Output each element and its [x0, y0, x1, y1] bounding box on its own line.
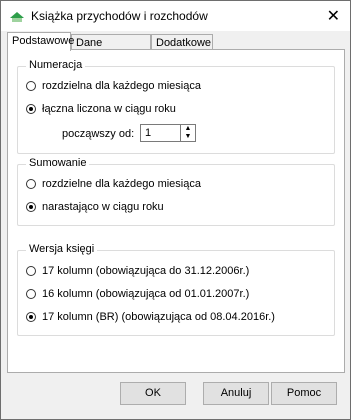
sumowanie-radio-monthly[interactable]: rozdzielne dla każdego miesiąca	[26, 178, 201, 190]
tab-dane-domyslne[interactable]: Dane domyślne	[71, 34, 151, 65]
radio-off-indicator	[26, 266, 36, 276]
sumowanie-legend: Sumowanie	[26, 157, 90, 169]
stepper-down-icon[interactable]: ▼	[181, 133, 195, 141]
numeracja-group: Numeracja rozdzielna dla każdego miesiąc…	[17, 59, 335, 154]
numeracja-legend: Numeracja	[26, 59, 86, 71]
wersja-radio-17-kolumn-br[interactable]: 17 kolumn (BR) (obowiązująca od 08.04.20…	[26, 311, 275, 323]
radio-off-indicator	[26, 289, 36, 299]
radio-label: narastająco w ciągu roku	[42, 201, 164, 213]
wersja-group: Wersja księgi 17 kolumn (obowiązująca do…	[17, 243, 335, 336]
title-bar: Książka przychodów i rozchodów ✕	[1, 1, 350, 31]
close-icon[interactable]: ✕	[327, 6, 340, 26]
radio-label: łączna liczona w ciągu roku	[42, 103, 176, 115]
numeracja-radio-monthly[interactable]: rozdzielna dla każdego miesiąca	[26, 80, 201, 92]
numeracja-radio-yearly[interactable]: łączna liczona w ciągu roku	[26, 103, 176, 115]
wersja-radio-16-kolumn[interactable]: 16 kolumn (obowiązująca od 01.01.2007r.)	[26, 288, 249, 300]
start-from-label: począwszy od:	[62, 128, 135, 140]
sumowanie-radio-cumulative[interactable]: narastająco w ciągu roku	[26, 201, 164, 213]
tab-dodatkowe[interactable]: Dodatkowe	[151, 34, 213, 50]
ok-button[interactable]: OK	[120, 382, 186, 405]
radio-label: rozdzielne dla każdego miesiąca	[42, 178, 201, 190]
radio-on-indicator	[26, 104, 36, 114]
tab-podstawowe[interactable]: Podstawowe	[7, 32, 74, 51]
sumowanie-group: Sumowanie rozdzielne dla każdego miesiąc…	[17, 157, 335, 226]
start-from-stepper: ▲ ▼	[140, 124, 196, 142]
ledger-app-icon	[10, 12, 24, 22]
dialog-window: Książka przychodów i rozchodów ✕ Podstaw…	[0, 0, 351, 420]
radio-off-indicator	[26, 81, 36, 91]
help-button[interactable]: Pomoc	[271, 382, 337, 405]
radio-on-indicator	[26, 202, 36, 212]
wersja-legend: Wersja księgi	[26, 243, 98, 255]
start-from-input[interactable]	[145, 127, 181, 139]
wersja-radio-17-kolumn[interactable]: 17 kolumn (obowiązująca do 31.12.2006r.)	[26, 265, 249, 277]
radio-label: 16 kolumn (obowiązująca od 01.01.2007r.)	[42, 288, 250, 300]
cancel-button[interactable]: Anuluj	[203, 382, 269, 405]
radio-label: 17 kolumn (obowiązująca do 31.12.2006r.)	[42, 265, 250, 277]
radio-off-indicator	[26, 179, 36, 189]
radio-on-indicator	[26, 312, 36, 322]
tab-panel: Numeracja rozdzielna dla każdego miesiąc…	[7, 49, 345, 373]
radio-label: rozdzielna dla każdego miesiąca	[42, 80, 201, 92]
stepper-buttons: ▲ ▼	[180, 125, 195, 141]
radio-label: 17 kolumn (BR) (obowiązująca od 08.04.20…	[42, 311, 275, 323]
stepper-up-icon[interactable]: ▲	[181, 125, 195, 133]
window-title: Książka przychodów i rozchodów	[31, 9, 208, 23]
